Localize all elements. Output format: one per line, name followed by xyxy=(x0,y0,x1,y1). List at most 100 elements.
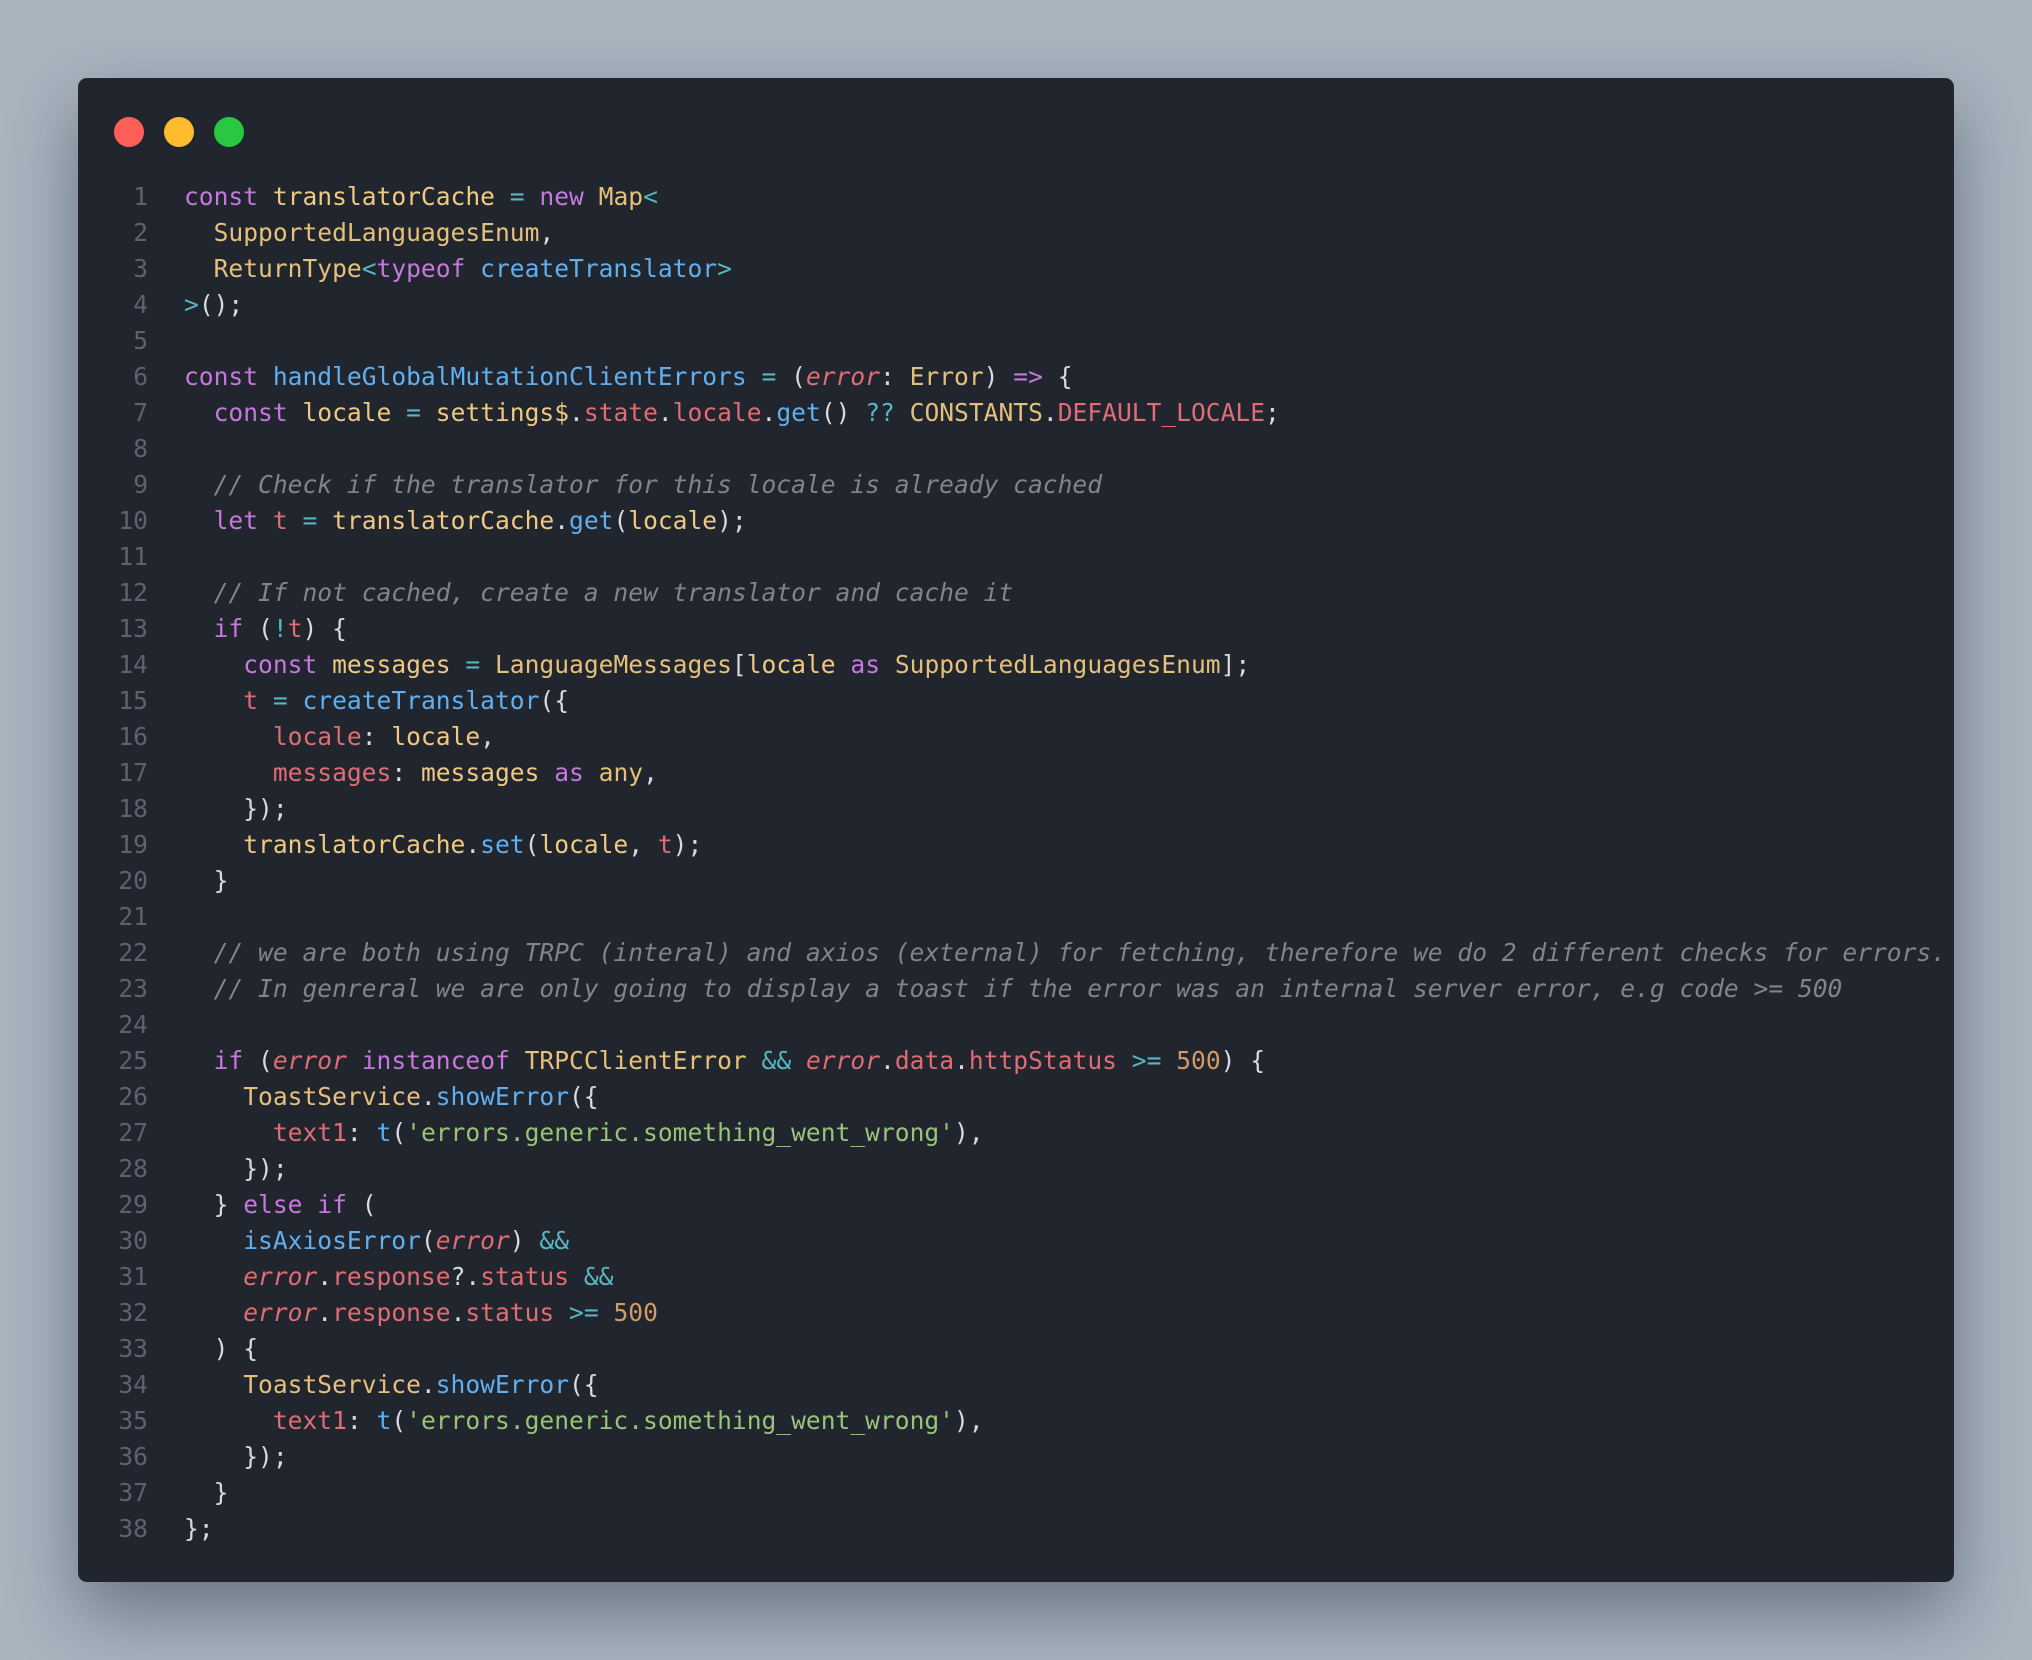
code-token: = xyxy=(406,398,421,427)
code-token: 500 xyxy=(613,1298,658,1327)
code-token: translatorCache xyxy=(272,182,495,211)
code-token: response xyxy=(332,1298,451,1327)
code-line: 35 text1: t('errors.generic.something_we… xyxy=(78,1403,1954,1439)
code-token: ({ xyxy=(569,1370,599,1399)
code-line: 9 // Check if the translator for this lo… xyxy=(78,467,1954,503)
line-code: ReturnType<typeof createTranslator> xyxy=(184,251,732,287)
line-number: 29 xyxy=(118,1190,148,1219)
code-token: ?? xyxy=(865,398,895,427)
code-token: . xyxy=(880,1046,895,1075)
code-token: as xyxy=(554,758,584,787)
line-code: // we are both using TRPC (interal) and … xyxy=(184,935,1946,971)
code-line: 7 const locale = settings$.state.locale.… xyxy=(78,395,1954,431)
line-number: 22 xyxy=(118,938,148,967)
code-token: . xyxy=(420,1082,436,1111)
code-token: ( xyxy=(243,1046,273,1075)
code-token: ) xyxy=(983,362,1014,391)
line-number: 20 xyxy=(118,866,148,895)
code-line: 34 ToastService.showError({ xyxy=(78,1367,1954,1403)
line-code: if (error instanceof TRPCClientError && … xyxy=(184,1043,1265,1079)
line-number: 15 xyxy=(118,686,148,715)
code-token: ) { xyxy=(184,1334,259,1363)
code-line: 12 // If not cached, create a new transl… xyxy=(78,575,1954,611)
code-token: let xyxy=(213,506,259,535)
code-token: // In genreral we are only going to disp… xyxy=(213,974,1843,1003)
code-token: error xyxy=(805,1046,881,1075)
line-number: 8 xyxy=(133,434,148,463)
line-number: 7 xyxy=(133,398,148,427)
close-button[interactable] xyxy=(114,117,144,147)
line-code: ) { xyxy=(184,1331,258,1367)
code-token: > xyxy=(184,290,199,319)
code-token: error xyxy=(243,1298,318,1327)
code-token: state xyxy=(583,398,658,427)
code-token: { xyxy=(1042,362,1073,391)
code-token: const xyxy=(184,362,259,391)
line-number: 4 xyxy=(133,290,148,319)
code-line: 24 xyxy=(78,1007,1954,1043)
code-line: 16 locale: locale, xyxy=(78,719,1954,755)
line-code: text1: t('errors.generic.something_went_… xyxy=(184,1115,984,1151)
code-token: = xyxy=(272,686,288,715)
code-token: }); xyxy=(184,794,288,823)
line-number: 37 xyxy=(118,1478,148,1507)
code-token: . xyxy=(450,1298,466,1327)
code-token: Error xyxy=(909,362,984,391)
code-line: 31 error.response?.status && xyxy=(78,1259,1954,1295)
code-token: // If not cached, create a new translato… xyxy=(213,578,1014,607)
minimize-button[interactable] xyxy=(164,117,194,147)
code-token: LanguageMessages xyxy=(495,650,732,679)
code-token: }); xyxy=(184,1442,288,1471)
code-token: instanceof xyxy=(361,1046,510,1075)
code-line: 23 // In genreral we are only going to d… xyxy=(78,971,1954,1007)
line-code: }); xyxy=(184,1439,288,1475)
line-number: 6 xyxy=(133,362,148,391)
code-token: ReturnType xyxy=(213,254,362,283)
code-token: => xyxy=(1013,362,1043,391)
maximize-button[interactable] xyxy=(214,117,244,147)
code-token: , xyxy=(480,722,495,751)
code-line: 5 xyxy=(78,323,1954,359)
code-line: 4 >(); xyxy=(78,287,1954,323)
code-token: ); xyxy=(717,506,747,535)
code-token: , xyxy=(643,758,658,787)
code-token: status xyxy=(465,1298,555,1327)
line-code: }); xyxy=(184,791,288,827)
code-token: isAxiosError xyxy=(243,1226,421,1255)
code-token: data xyxy=(894,1046,955,1075)
line-number: 9 xyxy=(133,470,148,499)
code-token: const xyxy=(213,398,288,427)
line-code: let t = translatorCache.get(locale); xyxy=(184,503,747,539)
code-line: 2 SupportedLanguagesEnum, xyxy=(78,215,1954,251)
code-token: }); xyxy=(184,1154,288,1183)
code-line: 29 } else if ( xyxy=(78,1187,1954,1223)
code-token: messages xyxy=(332,650,451,679)
line-code: ToastService.showError({ xyxy=(184,1079,598,1115)
line-number: 13 xyxy=(118,614,148,643)
code-token: locale xyxy=(302,398,392,427)
line-number: 36 xyxy=(118,1442,148,1471)
code-token: ToastService xyxy=(243,1370,421,1399)
code-token: t xyxy=(272,506,288,535)
code-token: (); xyxy=(198,290,244,319)
code-token: ToastService xyxy=(243,1082,421,1111)
line-number: 1 xyxy=(133,182,148,211)
line-number: 2 xyxy=(133,218,148,247)
code-token: showError xyxy=(435,1370,569,1399)
